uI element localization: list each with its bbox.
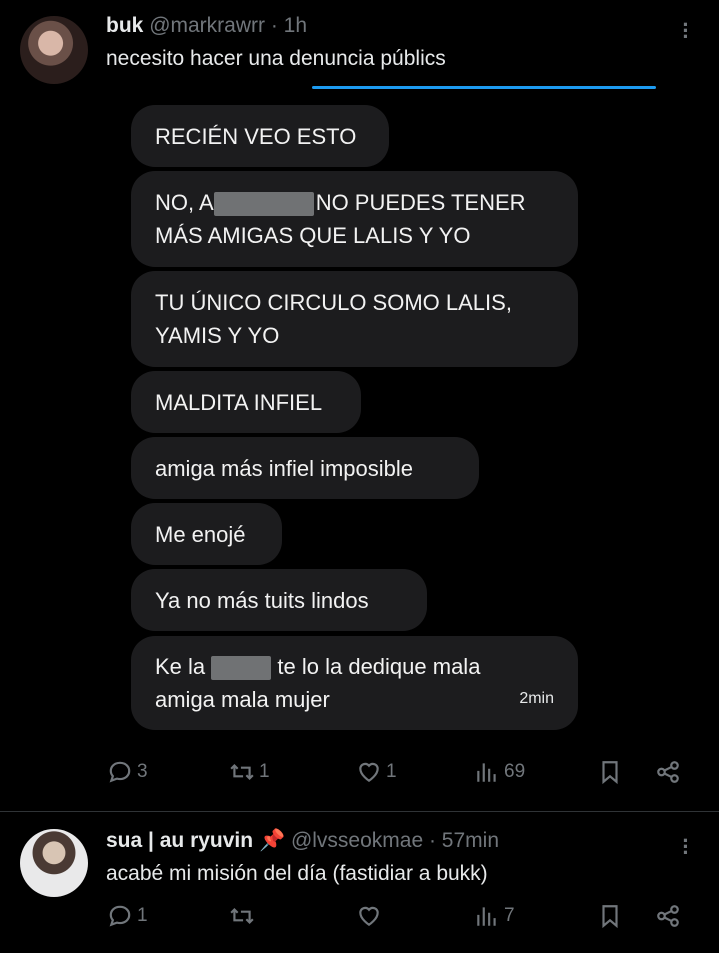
reply-icon bbox=[109, 761, 131, 783]
message-text: MALDITA INFIEL bbox=[155, 389, 323, 415]
reply-icon bbox=[109, 905, 131, 927]
share-button[interactable] bbox=[655, 903, 681, 929]
like-button[interactable] bbox=[356, 903, 386, 929]
message-bubble: Ya no más tuits lindos bbox=[131, 569, 427, 631]
bookmark-icon bbox=[602, 761, 618, 785]
message-bubble: Ke la te lo la dedique mala amiga mala m… bbox=[131, 636, 578, 730]
post-header: sua | au ryuvin 📌 @lvsseokmae · 57min bbox=[106, 829, 499, 853]
message-timestamp: 2min bbox=[519, 690, 554, 707]
message-text: Me enojé bbox=[155, 521, 246, 547]
pin-icon: 📌 bbox=[258, 829, 286, 852]
repost-button[interactable] bbox=[229, 903, 259, 929]
post-actions: 3 1 1 69 bbox=[0, 759, 719, 799]
author-name[interactable]: sua | au ryuvin bbox=[106, 829, 253, 852]
heart-icon bbox=[359, 906, 379, 926]
repost-button[interactable]: 1 bbox=[229, 759, 270, 785]
message-text: YAMIS Y YO bbox=[155, 323, 280, 348]
views-count: 7 bbox=[504, 905, 515, 926]
message-text: te lo la dedique mala bbox=[277, 654, 481, 679]
reply-count: 1 bbox=[137, 905, 148, 926]
avatar[interactable] bbox=[20, 16, 88, 84]
reply-count: 3 bbox=[137, 761, 148, 782]
message-bubble: NO, A NO PUEDES TENER MÁS AMIGAS QUE LALI… bbox=[131, 171, 578, 267]
views-icon bbox=[477, 763, 496, 782]
author-handle[interactable]: @lvsseokmae bbox=[291, 829, 423, 852]
message-text: amiga mala mujer bbox=[155, 687, 330, 712]
message-bubble: MALDITA INFIEL bbox=[131, 371, 361, 433]
message-bubble: RECIÉN VEO ESTO bbox=[131, 105, 389, 167]
repost-count: 1 bbox=[259, 761, 270, 782]
share-icon bbox=[657, 905, 679, 927]
message-text: NO PUEDES TENER bbox=[315, 190, 526, 215]
message-text: Ke la bbox=[155, 654, 206, 679]
post-text: necesito hacer una denuncia públics bbox=[106, 47, 446, 70]
message-bubble: TU ÚNICO CIRCULO SOMO LALIS, YAMIS Y YO bbox=[131, 271, 578, 367]
views-button[interactable]: 69 bbox=[474, 759, 525, 785]
post-actions: 1 7 bbox=[0, 903, 719, 943]
views-button[interactable]: 7 bbox=[474, 903, 515, 929]
message-bubble: Me enojé bbox=[131, 503, 282, 565]
views-count: 69 bbox=[504, 761, 526, 782]
avatar[interactable] bbox=[20, 829, 88, 897]
message-text: RECIÉN VEO ESTO bbox=[155, 123, 357, 149]
author-name[interactable]: buk bbox=[106, 14, 143, 37]
reply-indicator-line bbox=[312, 86, 656, 89]
heart-icon bbox=[359, 762, 379, 782]
like-button[interactable]: 1 bbox=[356, 759, 397, 785]
share-icon bbox=[657, 761, 679, 783]
reply-button[interactable]: 3 bbox=[107, 759, 148, 785]
more-options-icon[interactable]: · · · bbox=[676, 14, 696, 48]
more-options-icon[interactable]: · · · bbox=[676, 830, 696, 864]
views-icon bbox=[477, 907, 496, 926]
redaction-block bbox=[213, 192, 314, 217]
bookmark-button[interactable] bbox=[597, 759, 623, 785]
message-text: TU ÚNICO CIRCULO SOMO LALIS, bbox=[155, 290, 512, 315]
message-text: NO, A bbox=[155, 190, 214, 215]
share-button[interactable] bbox=[655, 759, 681, 785]
post-time[interactable]: · 1h bbox=[271, 14, 307, 37]
message-text: MÁS AMIGAS QUE LALIS Y YO bbox=[155, 223, 471, 248]
message-bubble: amiga más infiel imposible bbox=[131, 437, 479, 499]
post-time[interactable]: · 57min bbox=[429, 829, 499, 852]
repost-icon bbox=[230, 907, 254, 925]
post-divider bbox=[0, 811, 719, 812]
author-handle[interactable]: @markrawrr bbox=[149, 14, 265, 37]
message-text: Ya no más tuits lindos bbox=[155, 587, 369, 613]
bookmark-icon bbox=[602, 905, 618, 929]
repost-icon bbox=[230, 763, 254, 781]
bookmark-button[interactable] bbox=[597, 903, 623, 929]
post-text: acabé mi misión del día (fastidiar a buk… bbox=[106, 862, 488, 885]
post-header: buk @markrawrr · 1h bbox=[106, 14, 307, 38]
reply-button[interactable]: 1 bbox=[107, 903, 148, 929]
like-count: 1 bbox=[386, 761, 397, 782]
redaction-block bbox=[211, 656, 272, 681]
message-text: amiga más infiel imposible bbox=[155, 455, 413, 481]
